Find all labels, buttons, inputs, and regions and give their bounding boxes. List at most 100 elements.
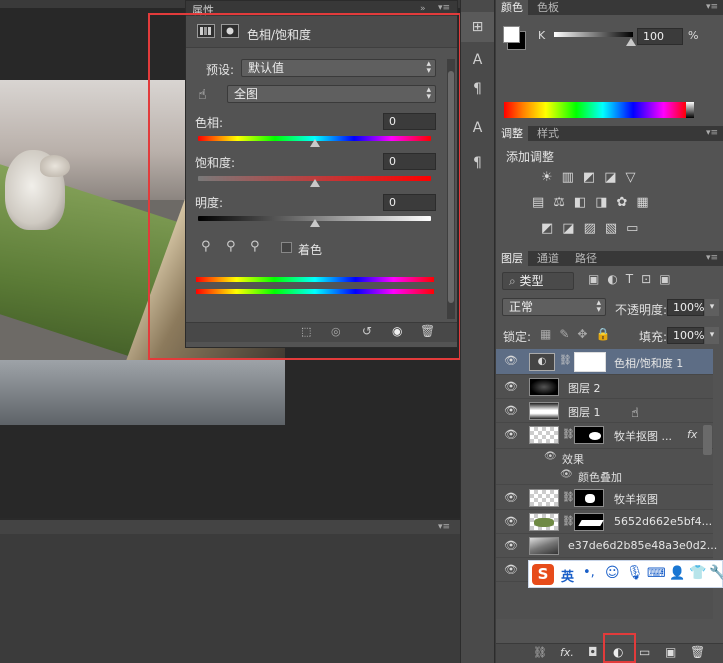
visibility-eye-icon[interactable]: 👁 bbox=[502, 380, 520, 394]
visibility-eye-icon[interactable]: 👁 bbox=[502, 491, 520, 505]
adjustment-icons-row-1[interactable]: ☀▥◩◪▽ bbox=[541, 170, 671, 186]
link-layers-icon[interactable]: ⛓ bbox=[533, 646, 547, 659]
panel-menu-icon[interactable]: ▾≡ bbox=[706, 128, 718, 138]
visibility-eye-icon[interactable]: 👁 bbox=[502, 404, 520, 418]
character-styles-icon[interactable]: A bbox=[461, 113, 494, 143]
new-group-icon[interactable]: ▭ bbox=[639, 645, 650, 659]
adjustment-icons-row-3[interactable]: ◩◪▨▧▭ bbox=[541, 221, 661, 237]
paragraph-panel-icon[interactable]: ¶ bbox=[461, 74, 494, 104]
layer-name[interactable]: 色相/饱和度 1 bbox=[614, 355, 683, 371]
delete-layer-icon[interactable]: 🗑 bbox=[690, 645, 705, 659]
visibility-eye-icon[interactable]: 👁 bbox=[502, 539, 520, 553]
tab-styles[interactable]: 样式 bbox=[532, 126, 564, 141]
bottom-panel-header: ▾≡ bbox=[0, 520, 460, 534]
microphone-icon[interactable]: 🎙 bbox=[626, 565, 644, 581]
fx-icon[interactable]: fx bbox=[687, 428, 697, 441]
add-mask-icon[interactable]: ◘ bbox=[588, 645, 598, 659]
tab-adjustments[interactable]: 调整 bbox=[496, 126, 528, 141]
cursor-hand-icon: ☝ bbox=[631, 406, 639, 421]
panel-menu-icon[interactable]: ▾≡ bbox=[438, 3, 450, 13]
character-panel-icon[interactable]: A bbox=[461, 45, 494, 75]
user-icon[interactable]: 👤 bbox=[669, 566, 685, 581]
emoji-icon[interactable]: ☺ bbox=[605, 565, 620, 581]
tab-color[interactable]: 颜色 bbox=[496, 0, 528, 15]
paragraph-styles-icon[interactable]: ¶ bbox=[461, 148, 494, 178]
lock-icons[interactable]: ▦✎✥🔒 bbox=[540, 327, 620, 343]
color-panel-tabs: 颜色 色板 ▾≡ bbox=[496, 0, 723, 15]
color-spectrum-ramp[interactable] bbox=[504, 102, 694, 118]
layer-filter-icons[interactable]: ▣◐T⊡▣ bbox=[588, 272, 718, 290]
panel-menu-icon[interactable]: ▾≡ bbox=[438, 522, 450, 532]
tab-swatches[interactable]: 色板 bbox=[532, 0, 564, 15]
k-slider-thumb[interactable] bbox=[626, 38, 636, 46]
sogou-logo-icon[interactable]: S bbox=[532, 564, 554, 585]
layer-thumbnail bbox=[529, 402, 559, 420]
fill-arrow-icon[interactable]: ▾ bbox=[705, 327, 719, 344]
keyboard-icon[interactable]: ⌨ bbox=[647, 566, 666, 581]
bw-ramp[interactable] bbox=[686, 102, 694, 118]
visibility-eye-icon[interactable]: 👁 bbox=[502, 515, 520, 529]
layer-row[interactable]: 👁 e37de6d2b85e48a3e0d2... bbox=[496, 534, 717, 558]
layer-mask-thumbnail[interactable] bbox=[574, 426, 604, 444]
layer-name[interactable]: 图层 2 bbox=[568, 380, 601, 396]
add-adjustment-heading: 添加调整 bbox=[506, 150, 555, 164]
tab-paths[interactable]: 路径 bbox=[570, 251, 602, 266]
layer-row[interactable]: 👁 ⛓ 牧羊抠图 bbox=[496, 486, 713, 510]
layer-name[interactable]: 牧羊抠图 bbox=[614, 491, 658, 507]
new-layer-icon[interactable]: ▣ bbox=[665, 645, 676, 659]
foreground-color-swatch[interactable] bbox=[503, 26, 520, 43]
visibility-eye-icon[interactable]: 👁 bbox=[502, 354, 520, 368]
visibility-eye-icon[interactable]: 👁 bbox=[544, 451, 557, 462]
photoshop-window: ▾≡ 属性 » ▾≡ 色相/饱和度 预设: 默认值 ▴ ▾ ☝ 全图 ▴ ▾ 色… bbox=[0, 0, 723, 663]
wrench-icon[interactable]: 🔧 bbox=[709, 565, 723, 581]
ime-language-toggle[interactable]: 英 bbox=[561, 566, 574, 585]
fill-input[interactable]: 100% bbox=[667, 327, 704, 344]
skin-shirt-icon[interactable]: 👕 bbox=[689, 565, 706, 581]
opacity-input[interactable]: 100% bbox=[667, 299, 704, 316]
layer-row[interactable]: 👁 图层 1 ☝ bbox=[496, 399, 713, 423]
visibility-eye-icon[interactable]: 👁 bbox=[502, 563, 520, 577]
layer-mask-thumbnail[interactable] bbox=[574, 352, 606, 372]
panel-menu-icon[interactable]: ▾≡ bbox=[706, 2, 718, 12]
layer-row[interactable]: 👁 ◐ ⛓ 色相/饱和度 1 bbox=[496, 349, 713, 375]
visibility-eye-icon[interactable]: 👁 bbox=[560, 469, 573, 480]
layer-name[interactable]: e37de6d2b85e48a3e0d2... bbox=[568, 539, 717, 552]
opacity-label: 不透明度: bbox=[615, 303, 668, 317]
lock-label: 锁定: bbox=[503, 330, 532, 344]
visibility-eye-icon[interactable]: 👁 bbox=[502, 428, 520, 442]
tab-channels[interactable]: 通道 bbox=[532, 251, 564, 266]
image-sheep-head bbox=[40, 155, 70, 177]
layers-scrollbar-thumb[interactable] bbox=[703, 425, 712, 455]
layer-name[interactable]: 5652d662e5bf4... bbox=[614, 515, 712, 528]
effects-row[interactable]: 👁 效果 bbox=[496, 449, 713, 467]
add-style-icon[interactable]: fx. bbox=[560, 646, 574, 659]
chain-link-icon: ⛓ bbox=[559, 355, 572, 366]
k-slider-track[interactable] bbox=[554, 32, 633, 37]
blend-mode-dropdown[interactable]: 正常 ▴ ▾ bbox=[502, 298, 606, 316]
ime-punct-toggle[interactable]: •, bbox=[583, 565, 595, 580]
adjustment-icons-row-2[interactable]: ▤⚖◧◨✿▦ bbox=[532, 195, 672, 211]
tab-layers[interactable]: 图层 bbox=[496, 251, 528, 266]
layer-name[interactable]: 牧羊抠图 ... bbox=[614, 428, 672, 444]
color-overlay-label: 颜色叠加 bbox=[578, 471, 622, 484]
opacity-arrow-icon[interactable]: ▾ bbox=[705, 299, 719, 316]
layer-name[interactable]: 图层 1 bbox=[568, 404, 601, 420]
k-value-input[interactable]: 100 bbox=[637, 28, 683, 45]
properties-panel-icon[interactable]: ⊞ bbox=[461, 12, 494, 42]
fill-label: 填充: bbox=[639, 330, 668, 344]
layer-row[interactable]: 👁 ⛓ 5652d662e5bf4... bbox=[496, 510, 713, 534]
color-overlay-row[interactable]: 👁 颜色叠加 bbox=[496, 467, 713, 485]
layer-mask-thumbnail[interactable] bbox=[574, 489, 604, 507]
layer-thumbnail bbox=[529, 489, 559, 507]
layer-filter-dropdown[interactable]: ⌕ 类型 bbox=[502, 272, 574, 290]
effects-label: 效果 bbox=[562, 453, 584, 466]
blend-mode-value: 正常 bbox=[509, 300, 534, 314]
mask-shape bbox=[578, 520, 604, 526]
layers-panel-tabs: 图层 通道 路径 ▾≡ bbox=[496, 251, 723, 266]
image-table-surface bbox=[0, 360, 285, 425]
layer-mask-thumbnail[interactable] bbox=[574, 513, 604, 531]
layer-row[interactable]: 👁 图层 2 bbox=[496, 375, 713, 399]
panel-menu-icon[interactable]: ▾≡ bbox=[706, 253, 718, 263]
unit-label: % bbox=[688, 29, 699, 42]
layer-row[interactable]: 👁 ⛓ 牧羊抠图 ... fx bbox=[496, 423, 713, 449]
